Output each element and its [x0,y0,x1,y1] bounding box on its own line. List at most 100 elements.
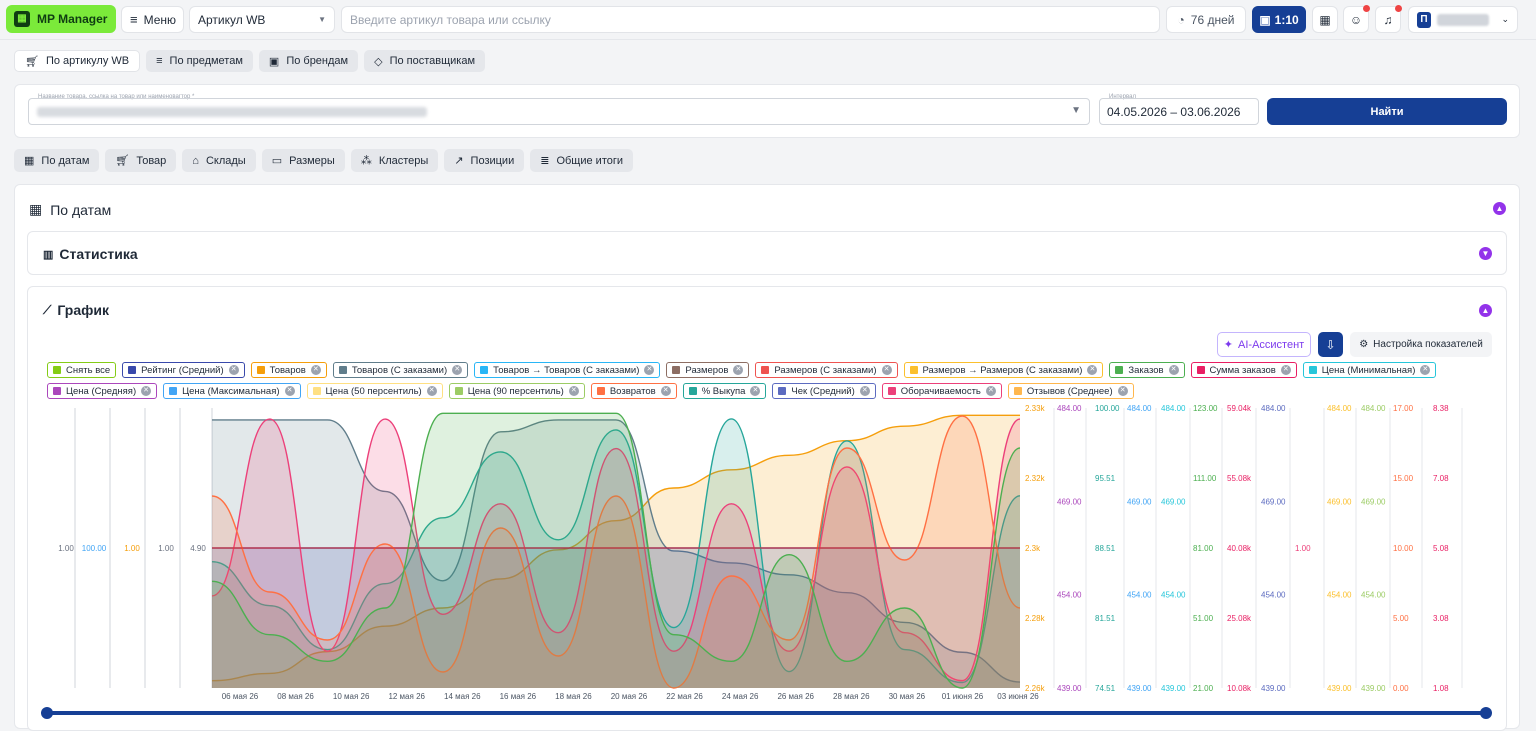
bell-button[interactable]: ♫ [1375,5,1402,33]
statistics-panel: ▥ Статистика ▼ [27,231,1507,275]
download-icon: ⇩ [1325,337,1336,352]
notification-dot [1363,5,1370,12]
close-icon[interactable]: ✕ [452,365,463,375]
stats-icon: ▥ [43,248,54,261]
days-button[interactable]: ◔ 76 дней [1166,6,1246,33]
close-icon[interactable]: ✕ [426,386,437,396]
series-color-swatch [761,366,770,374]
series-color-swatch [688,387,697,395]
series-chip[interactable]: % Выкупа ✕ [682,383,767,399]
menu-button[interactable]: ≡ Меню [121,6,184,33]
series-chip[interactable]: Цена (Максимальная) ✕ [163,383,301,399]
video-button[interactable]: ▣ 1:10 [1252,6,1306,33]
pie-icon: ◔ [1177,12,1185,27]
series-chip[interactable]: Товаров (С заказами) ✕ [332,362,469,378]
find-button[interactable]: Найти [1267,98,1507,125]
search-input[interactable]: Введите артикул товара или ссылку [341,6,1160,33]
series-chip-label: Размеров (С заказами) [774,364,877,376]
tab-label: По датам [41,154,90,167]
gear-icon: ⚙ [1359,339,1369,350]
tab-by-brands[interactable]: ▣ По брендам [258,50,359,72]
tag-icon: ◇ [374,55,383,68]
series-chip[interactable]: Товаров ✕ [250,362,327,378]
settings-button[interactable]: ⚙ Настройка показателей [1350,332,1492,357]
interval-field[interactable]: 04.05.2026 – 03.06.2026 [1099,98,1259,125]
tab-clusters[interactable]: ⁂ Кластеры [350,149,439,172]
profile-button[interactable]: П ⌄ [1408,6,1518,33]
series-chip[interactable]: Сумма заказов ✕ [1190,362,1297,378]
app-logo[interactable]: ▦ MP Manager [6,5,116,33]
article-type-select[interactable]: Артикул WB ▼ [189,6,335,33]
series-chip[interactable]: Возвратов ✕ [590,383,677,399]
close-icon[interactable]: ✕ [750,386,761,396]
product-field[interactable]: ▼ [28,98,1090,125]
tab-warehouses[interactable]: ⌂ Склады [182,149,256,172]
ai-assistant-button[interactable]: ✦ AI-Ассистент [1217,332,1311,357]
graph-header[interactable]: ⟋ График [43,302,109,318]
collapse-up-icon[interactable]: ▲ [1479,304,1492,317]
series-chip[interactable]: Размеров → Размеров (С заказами) ✕ [903,362,1104,378]
close-icon[interactable]: ✕ [568,386,579,396]
close-icon[interactable]: ✕ [1117,386,1128,396]
close-icon[interactable]: ✕ [985,386,996,396]
tab-sizes[interactable]: ▭ Размеры [261,149,345,172]
tab-label: По поставщикам [389,55,476,67]
smile-button[interactable]: ☺ [1343,5,1370,33]
series-chip[interactable]: Размеров (С заказами) ✕ [755,362,898,378]
tab-by-subjects[interactable]: ≡ По предметам [146,50,253,72]
series-color-swatch [128,366,137,374]
close-icon[interactable]: ✕ [644,365,655,375]
close-icon[interactable]: ✕ [310,365,321,375]
close-icon[interactable]: ✕ [1280,365,1291,375]
chevron-down-icon: ⌄ [1501,14,1509,24]
calendar-icon: ▦ [29,201,43,217]
tab-positions[interactable]: ↗ Позиции [444,149,525,172]
close-icon[interactable]: ✕ [1168,365,1179,375]
calendar-button[interactable]: ▦ [1312,6,1338,33]
download-button[interactable]: ⇩ [1318,332,1343,357]
expand-down-icon[interactable]: ▼ [1479,247,1492,260]
close-icon[interactable]: ✕ [228,365,239,375]
find-label: Найти [1370,105,1404,118]
close-icon[interactable]: ✕ [733,365,744,375]
series-chip[interactable]: Цена (Средняя) ✕ [47,383,158,399]
series-chip[interactable]: Размеров ✕ [666,362,750,378]
series-chip[interactable]: Цена (50 персентиль) ✕ [306,383,443,399]
series-chip[interactable]: Заказов ✕ [1109,362,1185,378]
menu-label: Меню [143,12,177,27]
series-chip[interactable]: Цена (90 персентиль) ✕ [448,383,585,399]
tab-by-article[interactable]: 🛒︎ По артикулу WB [14,50,141,72]
tab-product[interactable]: 🛒︎ Товар [105,149,177,172]
series-chip[interactable]: Оборачиваемость ✕ [881,383,1002,399]
close-icon[interactable]: ✕ [859,386,870,396]
search-placeholder: Введите артикул товара или ссылку [350,12,551,27]
tab-by-dates[interactable]: ▦ По датам [14,149,100,172]
statistics-header[interactable]: ▥ Статистика [43,246,138,262]
close-icon[interactable]: ✕ [284,386,295,396]
close-icon[interactable]: ✕ [660,386,671,396]
series-chip-label: Отзывов (Среднее) [1026,385,1113,397]
series-chip[interactable]: Снять все [47,362,117,378]
search-filter-panel: Название товара, ссылка на товар или наи… [14,84,1520,138]
tab-by-suppliers[interactable]: ◇ По поставщикам [364,50,486,72]
close-icon[interactable]: ✕ [1087,365,1098,375]
series-color-swatch [312,387,321,395]
series-chip[interactable]: Товаров → Товаров (С заказами) ✕ [474,362,661,378]
close-icon[interactable]: ✕ [141,386,152,396]
series-chip[interactable]: Отзывов (Среднее) ✕ [1007,383,1134,399]
series-chip-label: Товаров (С заказами) [351,364,448,376]
chevron-down-icon: ▼ [1071,105,1081,116]
close-icon[interactable]: ✕ [881,365,892,375]
tab-totals[interactable]: ≣ Общие итоги [530,149,634,172]
series-chip-label: Цена (Средняя) [66,385,137,397]
series-chip[interactable]: Чек (Средний) ✕ [772,383,876,399]
tab-label: Общие итоги [556,154,624,167]
series-chip[interactable]: Рейтинг (Средний) ✕ [122,362,245,378]
tab-label: Кластеры [378,154,429,167]
close-icon[interactable]: ✕ [1420,365,1431,375]
series-color-swatch [53,366,61,374]
series-chips: Снять все Рейтинг (Средний) ✕ Товаров ✕ Товар… [47,362,1497,399]
collapse-up-icon[interactable]: ▲ [1493,202,1506,215]
cart-icon: 🛒︎ [115,155,130,167]
series-chip[interactable]: Цена (Минимальная) ✕ [1302,362,1437,378]
